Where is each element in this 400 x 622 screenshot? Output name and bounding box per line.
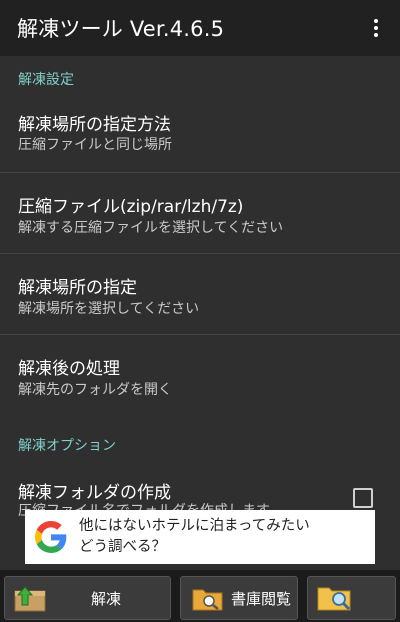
folder-search-icon: [192, 589, 223, 611]
ad-line-2: どう調べる？: [79, 539, 166, 555]
menu-dot: [374, 19, 378, 23]
pref-summary: 解凍場所を選択してください: [18, 301, 200, 317]
pref-extract-location[interactable]: 解凍場所の指定 解凍場所を選択してください: [0, 254, 400, 334]
library-browse-button[interactable]: 書庫閲覧: [180, 576, 298, 620]
more-vert-icon[interactable]: [362, 14, 390, 42]
pref-extract-location-method[interactable]: 解凍場所の指定方法 圧縮ファイルと同じ場所: [0, 98, 400, 172]
pref-post-extract-action[interactable]: 解凍後の処理 解凍先のフォルダを開く: [0, 335, 400, 415]
google-logo-icon: [35, 521, 67, 553]
menu-dot: [374, 33, 378, 37]
pref-title: 圧縮ファイル(zip/rar/lzh/7z): [18, 197, 244, 217]
create-folder-checkbox[interactable]: [353, 488, 373, 508]
bottom-bar: 解凍 書庫閲覧: [0, 570, 400, 622]
pref-title: 解凍場所の指定: [18, 278, 137, 298]
section-header-settings: 解凍設定: [18, 72, 74, 88]
folder-browse-button[interactable]: [307, 576, 396, 620]
pref-title: 解凍場所の指定方法: [18, 115, 171, 135]
pref-title: 解凍後の処理: [18, 359, 120, 379]
extract-button-label: 解凍: [91, 589, 122, 608]
library-button-label: 書庫閲覧: [231, 589, 292, 608]
pref-summary: 解凍する圧縮ファイルを選択してください: [18, 220, 284, 236]
extract-button[interactable]: 解凍: [4, 576, 171, 620]
pref-archive-file[interactable]: 圧縮ファイル(zip/rar/lzh/7z) 解凍する圧縮ファイルを選択してくだ…: [0, 173, 400, 253]
ad-line-1: 他にはないホテルに泊まってみたい: [79, 518, 310, 534]
app-bar: 解凍ツール Ver.4.6.5: [0, 0, 400, 56]
pref-summary: 解凍先のフォルダを開く: [18, 382, 172, 398]
section-header-options: 解凍オプション: [18, 438, 116, 454]
box-extract-icon: [14, 586, 46, 612]
ad-text: 他にはないホテルに泊まってみたい どう調べる？: [79, 516, 310, 558]
pref-summary: 圧縮ファイルと同じ場所: [18, 137, 172, 153]
app-title: 解凍ツール Ver.4.6.5: [17, 17, 225, 41]
menu-dot: [374, 26, 378, 30]
ad-banner[interactable]: 他にはないホテルに泊まってみたい どう調べる？: [25, 510, 375, 564]
folder-magnify-icon: [317, 587, 351, 611]
